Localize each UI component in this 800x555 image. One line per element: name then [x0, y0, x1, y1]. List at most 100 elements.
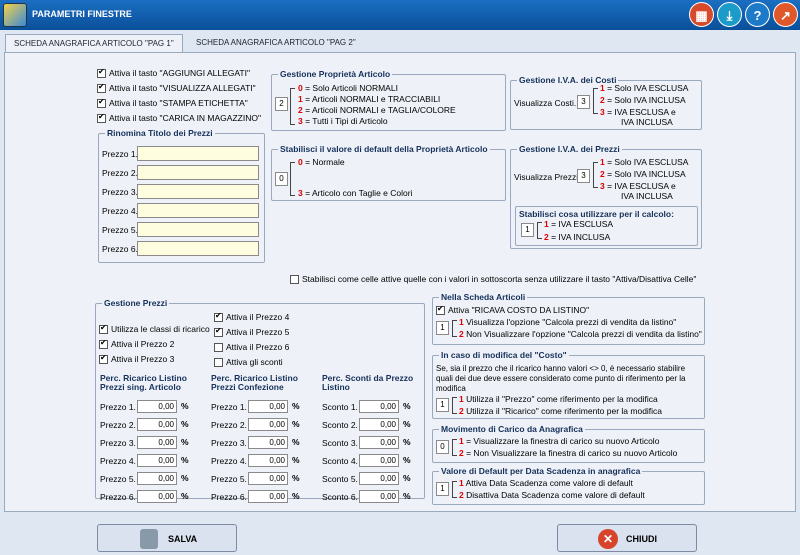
- sconto-input-3[interactable]: 0,00: [359, 436, 399, 449]
- check-prezzo5[interactable]: Attiva il Prezzo 5: [214, 326, 289, 338]
- app-logo-icon: [3, 3, 27, 27]
- sconto-label: Sconto 4.: [322, 456, 358, 466]
- rename-prezzo1-input[interactable]: [137, 146, 259, 161]
- sconto-label: Sconto 5.: [322, 474, 358, 484]
- ricarico-articolo-label: Prezzo 1.: [100, 402, 136, 412]
- sconto-label: Sconto 6.: [322, 492, 358, 502]
- percent-unit: %: [292, 437, 300, 447]
- percent-unit: %: [403, 473, 411, 483]
- movimento-select[interactable]: 0: [436, 440, 449, 454]
- percent-unit: %: [181, 455, 189, 465]
- sconto-label: Sconto 2.: [322, 420, 358, 430]
- sconto-input-1[interactable]: 0,00: [359, 400, 399, 413]
- main-panel: Attiva il tasto "AGGIUNGI ALLEGATI" Atti…: [4, 52, 796, 512]
- modifica-costo-group: In caso di modifica del "Costo" Se, sia …: [432, 350, 705, 419]
- default-proprieta-select[interactable]: 0: [275, 172, 288, 186]
- rename-prezzo3-input[interactable]: [137, 184, 259, 199]
- iva-prezzi-select[interactable]: 3: [577, 169, 590, 183]
- ricarico-confezione-input-2[interactable]: 0,00: [248, 418, 288, 431]
- percent-unit: %: [181, 401, 189, 411]
- percent-unit: %: [181, 491, 189, 501]
- ricarico-articolo-input-1[interactable]: 0,00: [137, 400, 177, 413]
- movimento-group: Movimento di Carico da Anagrafica 0 1 = …: [432, 424, 705, 463]
- calcolo-select[interactable]: 1: [521, 223, 534, 237]
- check-carica-magazzino[interactable]: Attiva il tasto "CARICA IN MAGAZZINO": [97, 112, 261, 124]
- check-stampa-etichetta[interactable]: Attiva il tasto "STAMPA ETICHETTA": [97, 97, 248, 109]
- ricarico-confezione-input-3[interactable]: 0,00: [248, 436, 288, 449]
- exit-icon[interactable]: ↗: [773, 2, 798, 27]
- check-prezzo6[interactable]: Attiva il Prezzo 6: [214, 342, 289, 353]
- sconto-input-5[interactable]: 0,00: [359, 472, 399, 485]
- percent-unit: %: [403, 401, 411, 411]
- ricarico-confezione-input-1[interactable]: 0,00: [248, 400, 288, 413]
- sconto-input-6[interactable]: 0,00: [359, 490, 399, 503]
- save-icon: [140, 529, 158, 549]
- ricarico-confezione-input-5[interactable]: 0,00: [248, 472, 288, 485]
- ricarico-articolo-input-5[interactable]: 0,00: [137, 472, 177, 485]
- check-sconti[interactable]: Attiva gli sconti: [214, 357, 283, 368]
- ricarico-confezione-label: Prezzo 6.: [211, 492, 247, 502]
- window-title: PARAMETRI FINESTRE: [32, 9, 132, 19]
- sconto-label: Sconto 3.: [322, 438, 358, 448]
- percent-unit: %: [181, 437, 189, 447]
- check-celle-sottoscorta[interactable]: Stabilisci come celle attive quelle con …: [290, 274, 696, 285]
- gestione-proprieta-group: Gestione Proprietà Articolo 2 0 = Solo A…: [271, 69, 506, 131]
- ricarico-confezione-label: Prezzo 3.: [211, 438, 247, 448]
- percent-unit: %: [292, 473, 300, 483]
- ricarico-confezione-label: Prezzo 4.: [211, 456, 247, 466]
- ricarico-articolo-label: Prezzo 5.: [100, 474, 136, 484]
- ricarico-articolo-input-3[interactable]: 0,00: [137, 436, 177, 449]
- ricarico-articolo-label: Prezzo 3.: [100, 438, 136, 448]
- sconto-input-2[interactable]: 0,00: [359, 418, 399, 431]
- ricarico-confezione-label: Prezzo 2.: [211, 420, 247, 430]
- iva-costi-group: Gestione I.V.A. dei Costi Visualizza Cos…: [510, 75, 702, 130]
- help-icon[interactable]: ?: [745, 2, 770, 27]
- check-classi-ricarico[interactable]: Utilizza le classi di ricarico: [99, 323, 210, 335]
- rename-prezzo4-input[interactable]: [137, 203, 259, 218]
- ricarico-confezione-input-6[interactable]: 0,00: [248, 490, 288, 503]
- check-prezzo3[interactable]: Attiva il Prezzo 3: [99, 353, 174, 365]
- calcolo-group: Stabilisci cosa utilizzare per il calcol…: [515, 206, 698, 246]
- ricarico-confezione-input-4[interactable]: 0,00: [248, 454, 288, 467]
- percent-unit: %: [181, 473, 189, 483]
- ricarico-confezione-label: Prezzo 1.: [211, 402, 247, 412]
- check-visualizza-allegati[interactable]: Attiva il tasto "VISUALIZZA ALLEGATI": [97, 82, 256, 94]
- percent-unit: %: [292, 419, 300, 429]
- scheda-articoli-group: Nella Scheda Articoli Attiva "RICAVA COS…: [432, 292, 705, 345]
- check-ricava-costo[interactable]: Attiva "RICAVA COSTO DA LISTINO": [436, 304, 589, 316]
- scadenza-select[interactable]: 1: [436, 482, 449, 496]
- iva-costi-select[interactable]: 3: [577, 95, 590, 109]
- ricarico-articolo-input-6[interactable]: 0,00: [137, 490, 177, 503]
- ricarico-articolo-input-2[interactable]: 0,00: [137, 418, 177, 431]
- sconto-input-4[interactable]: 0,00: [359, 454, 399, 467]
- scheda-articoli-select[interactable]: 1: [436, 321, 449, 335]
- percent-unit: %: [403, 437, 411, 447]
- ricarico-articolo-input-4[interactable]: 0,00: [137, 454, 177, 467]
- check-prezzo2[interactable]: Attiva il Prezzo 2: [99, 338, 174, 350]
- tab-pag2[interactable]: SCHEDA ANAGRAFICA ARTICOLO "PAG 2": [188, 34, 364, 52]
- title-bar: PARAMETRI FINESTRE ▦ ⤓ ? ↗: [0, 0, 800, 30]
- close-icon: ✕: [598, 529, 618, 549]
- check-prezzo4[interactable]: Attiva il Prezzo 4: [214, 311, 289, 323]
- modifica-costo-select[interactable]: 1: [436, 398, 449, 412]
- gestione-prezzi-group: Gestione Prezzi Utilizza le classi di ri…: [95, 298, 425, 503]
- tab-pag1[interactable]: SCHEDA ANAGRAFICA ARTICOLO "PAG 1": [5, 34, 183, 52]
- calculator-icon[interactable]: ▦: [689, 2, 714, 27]
- percent-unit: %: [403, 419, 411, 429]
- sconto-label: Sconto 1.: [322, 402, 358, 412]
- download-icon[interactable]: ⤓: [717, 2, 742, 27]
- ricarico-confezione-label: Prezzo 5.: [211, 474, 247, 484]
- save-button[interactable]: SALVA: [97, 524, 237, 552]
- percent-unit: %: [292, 455, 300, 465]
- rename-prezzo6-input[interactable]: [137, 241, 259, 256]
- rename-prezzo2-input[interactable]: [137, 165, 259, 180]
- close-button[interactable]: ✕ CHIUDI: [557, 524, 697, 552]
- percent-unit: %: [181, 419, 189, 429]
- check-aggiungi-allegati[interactable]: Attiva il tasto "AGGIUNGI ALLEGATI": [97, 67, 250, 79]
- percent-unit: %: [292, 491, 300, 501]
- rename-prezzo5-input[interactable]: [137, 222, 259, 237]
- rinomina-group: Rinomina Titolo dei Prezzi Prezzo 1. Pre…: [98, 128, 265, 263]
- percent-unit: %: [403, 491, 411, 501]
- proprieta-select[interactable]: 2: [275, 97, 288, 111]
- iva-prezzi-group: Gestione I.V.A. dei Prezzi Visualizza Pr…: [510, 144, 702, 249]
